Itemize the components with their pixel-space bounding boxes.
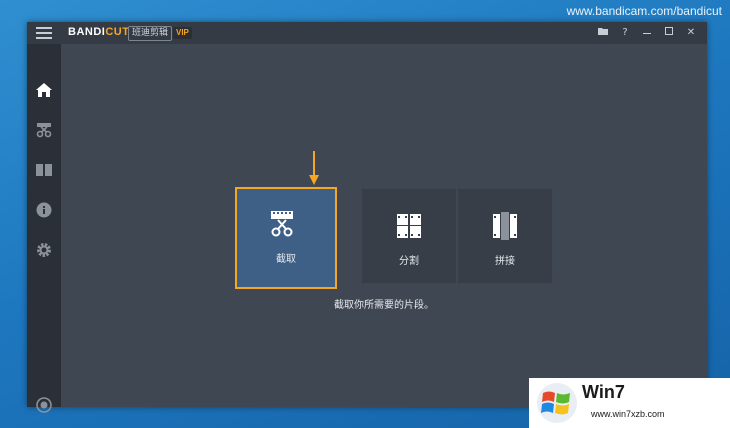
win7-watermark: Win7 www.win7xzb.com <box>529 378 730 428</box>
vip-badge: VIP <box>173 27 192 39</box>
sidebar <box>27 44 61 413</box>
close-icon[interactable]: ✕ <box>683 25 699 41</box>
split-film-icon <box>397 214 421 238</box>
logo-accent: CUT <box>105 26 130 38</box>
windows-logo-icon <box>537 383 577 423</box>
app-window: BANDICUT 班迪剪辑 VIP ? ✕ 截取 分割 拼接 截取你所需要的片段… <box>27 22 707 413</box>
cut-scissors-icon[interactable] <box>34 120 54 140</box>
settings-gear-icon[interactable] <box>34 240 54 260</box>
info-icon[interactable] <box>34 200 54 220</box>
logo-main: BANDI <box>68 26 106 38</box>
main-content: 截取 分割 拼接 截取你所需要的片段。 <box>61 44 707 407</box>
menu-hamburger-icon[interactable] <box>36 27 52 39</box>
maximize-icon[interactable] <box>661 25 677 41</box>
win7-subtext: www.win7xzb.com <box>591 409 665 419</box>
tile-label: 分割 <box>399 256 419 267</box>
watermark-url: www.bandicam.com/bandicut <box>566 4 722 18</box>
app-logo: BANDICUT <box>68 26 129 40</box>
cut-scissors-icon <box>271 211 293 237</box>
hint-text: 截取你所需要的片段。 <box>334 300 434 311</box>
folder-icon[interactable] <box>595 25 611 41</box>
minimize-icon[interactable] <box>639 25 655 41</box>
tile-join[interactable]: 拼接 <box>458 189 552 283</box>
tile-label: 拼接 <box>495 256 515 267</box>
help-icon[interactable]: ? <box>617 25 633 41</box>
tile-trim[interactable]: 截取 <box>235 187 337 289</box>
home-icon[interactable] <box>34 80 54 100</box>
tile-split[interactable]: 分割 <box>362 189 456 283</box>
app-subtitle: 班迪剪辑 <box>128 26 173 41</box>
titlebar: BANDICUT 班迪剪辑 VIP ? ✕ <box>27 22 707 44</box>
split-film-icon[interactable] <box>34 160 54 180</box>
join-film-icon <box>493 212 517 240</box>
tile-label: 截取 <box>276 254 296 265</box>
record-icon[interactable] <box>34 395 54 415</box>
pointer-arrow-icon <box>309 151 319 185</box>
win7-logo-text: Win7 <box>582 382 625 402</box>
